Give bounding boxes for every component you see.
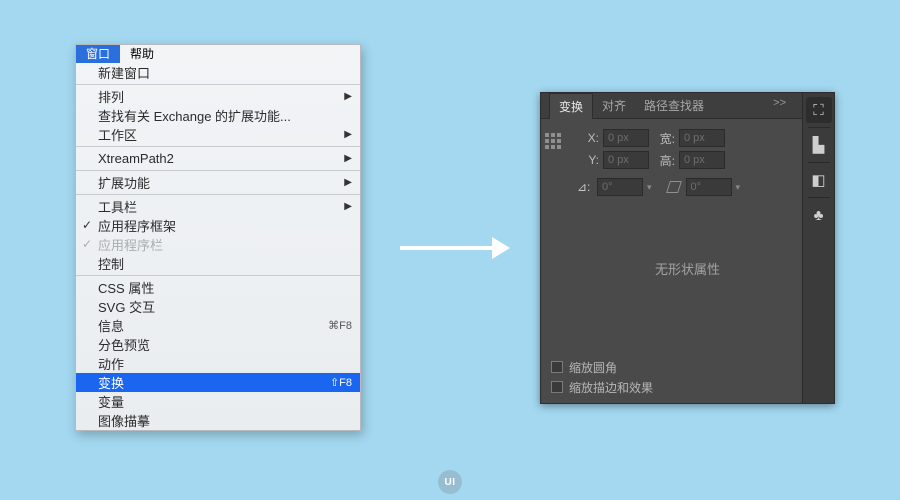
divider (76, 194, 360, 195)
shear-dropdown-icon[interactable]: ▾ (736, 182, 741, 193)
shear-icon (666, 181, 682, 193)
menu-actions[interactable]: 动作 (76, 354, 360, 373)
menu-bar: 窗口 帮助 (76, 45, 360, 63)
menu-app-bar: ✓ 应用程序栏 (76, 235, 360, 254)
panel-dock: ⛶ ▙ ◧ ♣ (802, 93, 834, 403)
shortcut-label: ⇧F8 (322, 376, 352, 389)
menu-bar-window[interactable]: 窗口 (76, 45, 120, 63)
submenu-arrow-icon: ▶ (336, 177, 352, 188)
dock-pathfinder-icon[interactable]: ◧ (806, 167, 832, 193)
cb-label: 缩放圆角 (569, 359, 617, 376)
menu-item-label: 工作区 (98, 125, 336, 144)
menu-workspace[interactable]: 工作区 ▶ (76, 125, 360, 144)
menu-arrange[interactable]: 排列 ▶ (76, 87, 360, 106)
dock-align-icon[interactable]: ▙ (806, 132, 832, 158)
x-input[interactable]: 0 px (603, 129, 649, 147)
submenu-arrow-icon: ▶ (336, 201, 352, 212)
divider (76, 146, 360, 147)
reference-point-picker[interactable] (545, 133, 563, 151)
angle-label: ⊿: (577, 180, 591, 194)
no-shape-label: 无形状属性 (547, 259, 828, 278)
menu-app-frame[interactable]: ✓ 应用程序框架 (76, 216, 360, 235)
menu-item-label: 控制 (98, 254, 352, 273)
submenu-arrow-icon: ▶ (336, 153, 352, 164)
menu-item-label: 分色预览 (98, 335, 352, 354)
divider (76, 170, 360, 171)
submenu-arrow-icon: ▶ (336, 129, 352, 140)
menu-item-label: 变量 (98, 392, 352, 411)
menu-item-label: 应用程序框架 (98, 216, 352, 235)
checkbox-icon (551, 381, 563, 393)
menu-toolbar[interactable]: 工具栏 ▶ (76, 197, 360, 216)
dock-artboard-icon[interactable]: ⛶ (806, 97, 832, 123)
menu-control[interactable]: 控制 (76, 254, 360, 273)
row-x-w: X: 0 px 宽: 0 px (577, 127, 828, 149)
menu-image-trace[interactable]: 图像描摹 (76, 411, 360, 430)
row-angle-shear: ⊿: 0° ▾ 0° ▾ (577, 175, 828, 199)
divider (808, 127, 830, 128)
shear-input[interactable]: 0° (686, 178, 732, 196)
menu-find-extensions[interactable]: 查找有关 Exchange 的扩展功能... (76, 106, 360, 125)
arrow-shaft (400, 246, 492, 250)
y-label: Y: (577, 153, 599, 167)
row-y-h: Y: 0 px 高: 0 px (577, 149, 828, 171)
menu-xtreampath[interactable]: XtreamPath2 ▶ (76, 149, 360, 168)
check-icon: ✓ (82, 237, 92, 251)
y-input[interactable]: 0 px (603, 151, 649, 169)
h-input[interactable]: 0 px (679, 151, 725, 169)
dock-symbols-icon[interactable]: ♣ (806, 202, 832, 228)
menu-item-label: XtreamPath2 (98, 151, 336, 166)
transform-panel: 变换 对齐 路径查找器 >> | ≡ X: 0 px 宽: 0 px Y: 0 … (540, 92, 835, 404)
arrow-indicator (400, 238, 510, 258)
tab-align[interactable]: 对齐 (593, 93, 635, 118)
menu-separation-preview[interactable]: 分色预览 (76, 335, 360, 354)
divider (76, 84, 360, 85)
w-input[interactable]: 0 px (679, 129, 725, 147)
tab-transform[interactable]: 变换 (549, 93, 593, 119)
menu-svg-interact[interactable]: SVG 交互 (76, 297, 360, 316)
menu-item-label: 应用程序栏 (98, 235, 352, 254)
menu-item-label: 扩展功能 (98, 173, 336, 192)
menu-item-label: 动作 (98, 354, 352, 373)
menu-item-label: CSS 属性 (98, 278, 352, 297)
watermark-badge: UI (438, 470, 462, 494)
divider (76, 275, 360, 276)
divider (808, 197, 830, 198)
menu-info[interactable]: 信息 ⌘F8 (76, 316, 360, 335)
h-label: 高: (653, 152, 675, 169)
menu-css-props[interactable]: CSS 属性 (76, 278, 360, 297)
arrow-head-icon (492, 237, 510, 259)
check-icon: ✓ (82, 218, 92, 232)
tabs-overflow-icon[interactable]: >> (773, 97, 786, 109)
menu-transform[interactable]: 变换 ⇧F8 (76, 373, 360, 392)
angle-dropdown-icon[interactable]: ▾ (647, 182, 652, 193)
tab-pathfinder[interactable]: 路径查找器 (635, 93, 713, 118)
divider (808, 162, 830, 163)
angle-input[interactable]: 0° (597, 178, 643, 196)
menu-item-label: 工具栏 (98, 197, 336, 216)
scale-options: 缩放圆角 缩放描边和效果 (541, 357, 798, 397)
cb-scale-strokes[interactable]: 缩放描边和效果 (541, 377, 798, 397)
menu-variables[interactable]: 变量 (76, 392, 360, 411)
menu-item-label: SVG 交互 (98, 297, 352, 316)
menu-item-label: 新建窗口 (98, 63, 352, 82)
menu-extensions[interactable]: 扩展功能 ▶ (76, 173, 360, 192)
w-label: 宽: (653, 130, 675, 147)
transform-form: X: 0 px 宽: 0 px Y: 0 px 高: 0 px ⛓ ⊿: 0° … (541, 119, 834, 278)
menu-item-label: 图像描摹 (98, 411, 352, 430)
menu-item-label: 排列 (98, 87, 336, 106)
panel-tabs: 变换 对齐 路径查找器 >> | ≡ (541, 93, 834, 119)
cb-label: 缩放描边和效果 (569, 379, 653, 396)
checkbox-icon (551, 361, 563, 373)
shortcut-label: ⌘F8 (320, 319, 352, 332)
menu-item-label: 变换 (98, 373, 322, 392)
menu-new-window[interactable]: 新建窗口 (76, 63, 360, 82)
x-label: X: (577, 131, 599, 145)
menu-item-label: 信息 (98, 316, 320, 335)
submenu-arrow-icon: ▶ (336, 91, 352, 102)
menu-bar-help[interactable]: 帮助 (120, 45, 164, 63)
cb-scale-corners[interactable]: 缩放圆角 (541, 357, 798, 377)
window-menu-dropdown: 窗口 帮助 新建窗口 排列 ▶ 查找有关 Exchange 的扩展功能... 工… (75, 44, 361, 431)
menu-item-label: 查找有关 Exchange 的扩展功能... (98, 106, 352, 125)
